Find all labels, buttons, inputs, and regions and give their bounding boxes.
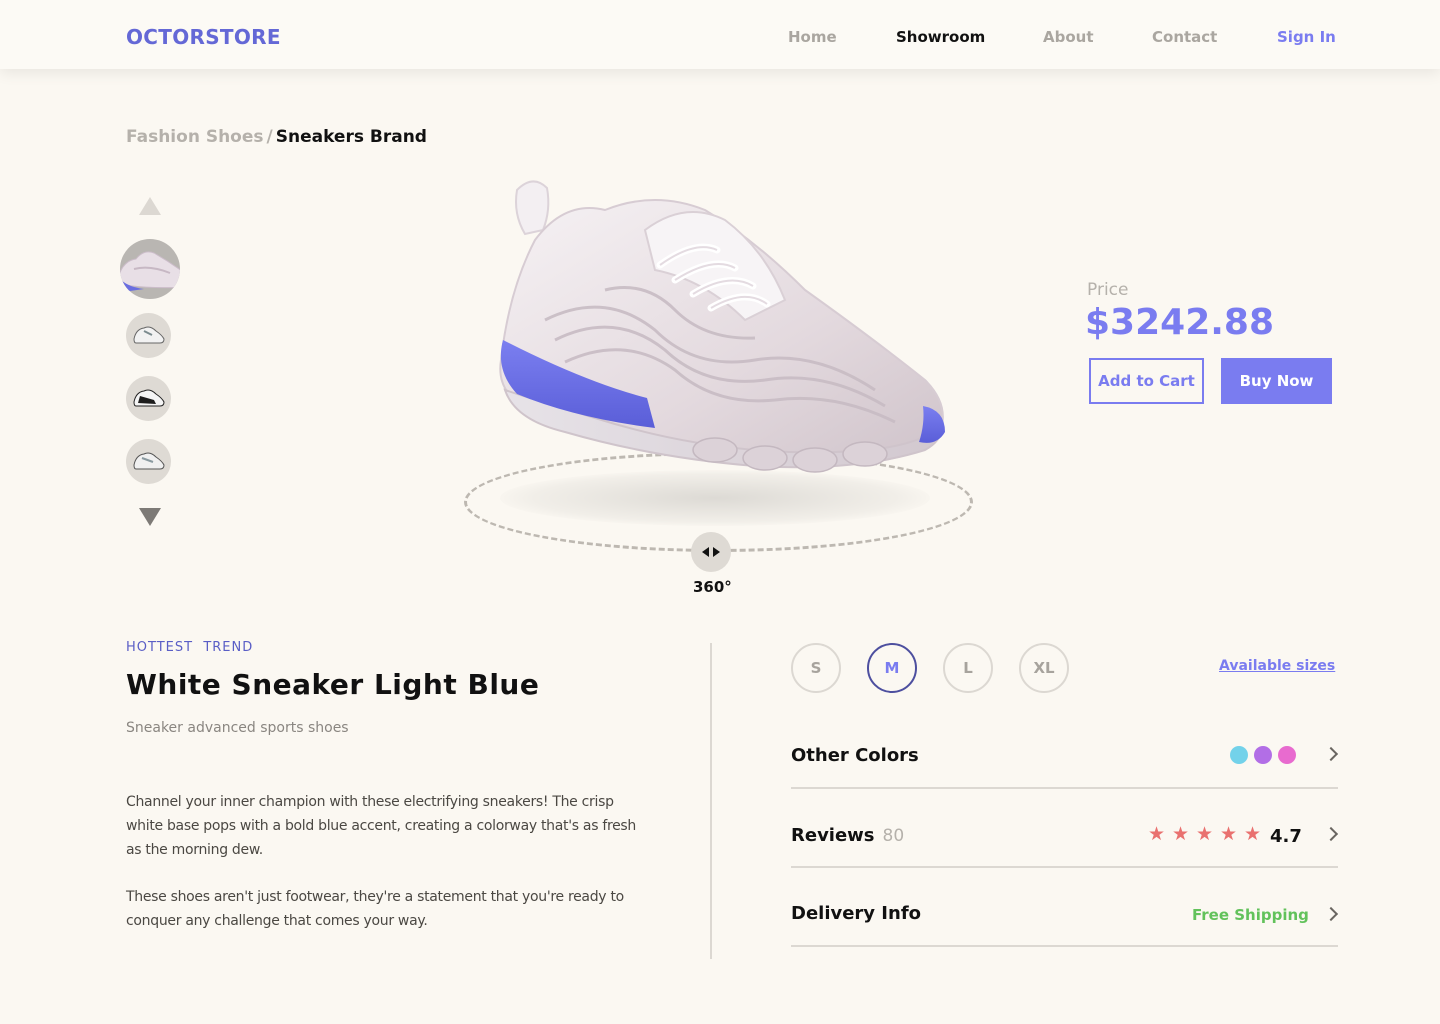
nav-sign-in[interactable]: Sign In: [1277, 28, 1336, 46]
other-colors-title: Other Colors: [791, 745, 919, 766]
add-to-cart-button[interactable]: Add to Cart: [1089, 358, 1204, 404]
breadcrumb-current: Sneakers Brand: [275, 127, 427, 147]
size-option-xl[interactable]: XL: [1019, 643, 1069, 693]
star-icon: ★: [1172, 823, 1190, 845]
reviews-row[interactable]: Reviews 80 ★ ★ ★ ★ ★ 4.7: [791, 790, 1339, 868]
available-sizes-link[interactable]: Available sizes: [1219, 658, 1335, 674]
size-option-s[interactable]: S: [791, 643, 841, 693]
rotate-360-handle[interactable]: [691, 532, 731, 572]
size-option-m[interactable]: M: [867, 643, 917, 693]
thumbnail-shoe-icon: [133, 326, 165, 344]
brand-logo[interactable]: OCTORSTORE: [126, 25, 281, 49]
delivery-info-row[interactable]: Delivery Info Free Shipping: [791, 869, 1339, 947]
reviews-title: Reviews 80: [791, 825, 904, 846]
thumbnail-down-arrow-icon[interactable]: [139, 508, 161, 526]
main-sneaker-image[interactable]: [455, 170, 985, 570]
buy-now-button[interactable]: Buy Now: [1221, 358, 1332, 404]
breadcrumb-separator: /: [266, 127, 273, 147]
price-label: Price: [1087, 280, 1129, 300]
chevron-right-icon[interactable]: [1323, 746, 1339, 762]
star-icon: ★: [1148, 823, 1166, 845]
nav-about[interactable]: About: [1043, 28, 1094, 46]
chevron-right-icon[interactable]: [1323, 906, 1339, 922]
product-description-2: These shoes aren't just footwear, they'r…: [126, 889, 624, 929]
breadcrumb-parent[interactable]: Fashion Shoes: [126, 127, 264, 147]
product-subtitle: Sneaker advanced sports shoes: [126, 720, 349, 736]
thumbnail-1[interactable]: [120, 239, 180, 299]
star-icon: ★: [1220, 823, 1238, 845]
star-icon: ★: [1196, 823, 1214, 845]
site-header: OCTORSTORE Home Showroom About Contact S…: [0, 0, 1440, 69]
thumbnail-up-arrow-icon[interactable]: [139, 197, 161, 215]
thumbnail-shoe-icon: [120, 251, 180, 291]
delivery-info-title: Delivery Info: [791, 903, 922, 924]
thumbnail-shoe-icon: [133, 389, 165, 407]
rating-value: 4.7: [1270, 826, 1302, 847]
color-swatch-cyan[interactable]: [1230, 746, 1248, 764]
product-description-1: Channel your inner champion with these e…: [126, 794, 636, 858]
rotate-360-label: 360°: [693, 578, 732, 596]
size-option-l[interactable]: L: [943, 643, 993, 693]
rotate-arrows-icon: [702, 547, 720, 557]
section-divider: [710, 643, 712, 959]
free-shipping-label: Free Shipping: [1192, 906, 1309, 924]
thumbnail-4[interactable]: [126, 439, 171, 484]
reviews-count: 80: [882, 826, 905, 846]
price-value: $3242.88: [1085, 302, 1275, 343]
breadcrumb: Fashion Shoes / Sneakers Brand: [126, 127, 427, 147]
product-title: White Sneaker Light Blue: [126, 668, 540, 701]
nav-contact[interactable]: Contact: [1152, 28, 1217, 46]
thumbnail-3[interactable]: [126, 376, 171, 421]
chevron-right-icon[interactable]: [1323, 826, 1339, 842]
reviews-label: Reviews: [791, 825, 875, 846]
nav-home[interactable]: Home: [788, 28, 837, 46]
star-icon: ★: [1244, 823, 1262, 845]
thumbnail-2[interactable]: [126, 313, 171, 358]
color-swatch-pink[interactable]: [1278, 746, 1296, 764]
product-tagline: HOTTEST TREND: [126, 640, 254, 655]
nav-showroom[interactable]: Showroom: [896, 28, 985, 46]
color-swatch-purple[interactable]: [1254, 746, 1272, 764]
thumbnail-shoe-icon: [133, 452, 165, 470]
other-colors-row[interactable]: Other Colors: [791, 711, 1339, 789]
